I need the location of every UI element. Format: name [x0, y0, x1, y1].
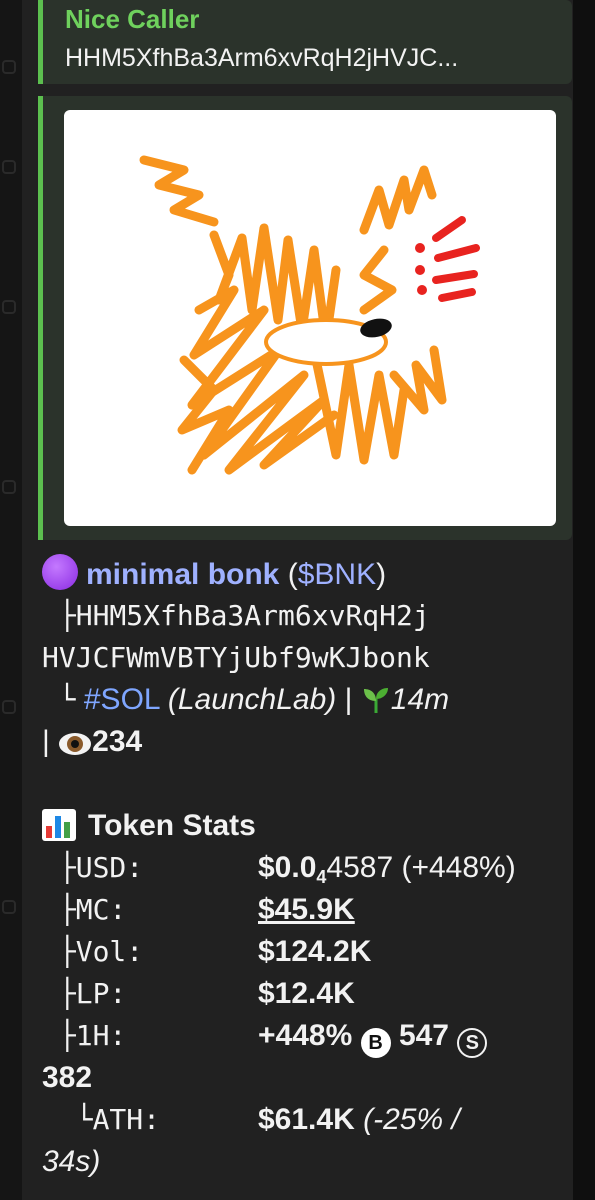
usd-prefix: $0.0	[258, 851, 317, 884]
views-line: | 234	[42, 722, 142, 768]
stat-row-usd: ├USD: $0.044587 (+448%)	[42, 848, 572, 888]
eye-icon	[58, 728, 92, 768]
stat-label-ath: ATH:	[92, 1103, 161, 1136]
contract-address-part-1: HHM5XfhBa3Arm6xvRqH2j	[75, 599, 430, 632]
stat-label-vol: Vol:	[75, 935, 144, 968]
stat-row-ath: └ATH: $61.4K (-25% /	[42, 1100, 572, 1140]
token-title-line: minimal bonk ($BNK)	[42, 554, 386, 595]
h1-change: +448%	[258, 1019, 353, 1052]
seedling-icon	[361, 685, 391, 726]
contract-address-line-2[interactable]: HVJCFWmVBTYjUbf9wKJbonk	[42, 638, 430, 678]
reply-quote[interactable]: Nice Caller HHM5XfhBa3Arm6xvRqH2jHVJC...	[38, 0, 572, 84]
separator: |	[42, 725, 50, 758]
paren-open: (	[287, 558, 298, 591]
token-name-link[interactable]: minimal bonk	[86, 558, 279, 591]
stat-value-mc-link[interactable]: $45.9K	[258, 890, 355, 930]
contract-address-line-1[interactable]: ├HHM5XfhBa3Arm6xvRqH2j	[42, 596, 430, 636]
ath-detail-2: 34s)	[42, 1145, 101, 1178]
stat-label-mc: MC:	[75, 893, 127, 926]
token-age: 14m	[390, 683, 450, 716]
ath-detail-1: (-25% /	[363, 1103, 460, 1136]
background-doodle	[2, 900, 16, 914]
tree-end: └	[58, 683, 76, 716]
purple-circle-icon	[42, 554, 78, 590]
chain-hashtag[interactable]: #SOL	[84, 683, 160, 716]
stat-row-mc: ├MC: $45.9K	[42, 890, 572, 930]
separator: |	[344, 683, 353, 716]
background-doodle	[2, 700, 16, 714]
stat-label-1h: 1H:	[75, 1019, 127, 1052]
stat-row-1h: ├1H: +448% B 547 S	[42, 1016, 572, 1058]
background-doodle	[2, 60, 16, 74]
ath-value: $61.4K	[258, 1103, 355, 1136]
bar-chart-icon	[42, 809, 76, 841]
background-doodle	[2, 480, 16, 494]
token-image[interactable]	[64, 110, 556, 526]
token-symbol-link[interactable]: $BNK	[298, 558, 376, 591]
view-count: 234	[92, 725, 143, 758]
reply-sender-name: Nice Caller	[65, 4, 200, 34]
chain-line: └ #SOL (LaunchLab) | 14m	[42, 680, 449, 726]
platform-label: (LaunchLab)	[167, 683, 337, 716]
reply-text: HHM5XfhBa3Arm6xvRqH2jHVJC...	[65, 44, 459, 72]
usd-subscript: 4	[316, 867, 327, 887]
buy-count: 547	[398, 1019, 449, 1052]
stats-heading-text: Token Stats	[88, 809, 256, 842]
media-quote[interactable]	[38, 96, 572, 540]
stat-row-lp: ├LP: $12.4K	[42, 974, 572, 1014]
stat-label-usd: USD:	[75, 851, 144, 884]
contract-address-part-2: HVJCFWmVBTYjUbf9wKJbonk	[42, 641, 430, 674]
tree-branch: ├	[58, 599, 76, 632]
chat-background	[0, 0, 22, 1200]
stat-value-ath: $61.4K (-25% /	[258, 1100, 460, 1140]
stats-heading: Token Stats	[42, 806, 256, 846]
stat-row-vol: ├Vol: $124.2K	[42, 932, 572, 972]
circled-s-icon: S	[457, 1028, 488, 1058]
sell-count: 382	[42, 1061, 93, 1094]
stat-value-1h: +448% B 547 S	[258, 1016, 488, 1058]
circled-b-icon: B	[360, 1028, 391, 1058]
background-doodle	[2, 300, 16, 314]
stat-label-lp: LP:	[75, 977, 127, 1010]
token-drawing	[139, 155, 480, 475]
stat-value-vol: $124.2K	[258, 935, 372, 968]
usd-rest: 4587 (+448%)	[326, 851, 516, 884]
stat-value-lp: $12.4K	[258, 977, 355, 1010]
paren-close: )	[376, 558, 387, 591]
background-doodle	[2, 160, 16, 174]
